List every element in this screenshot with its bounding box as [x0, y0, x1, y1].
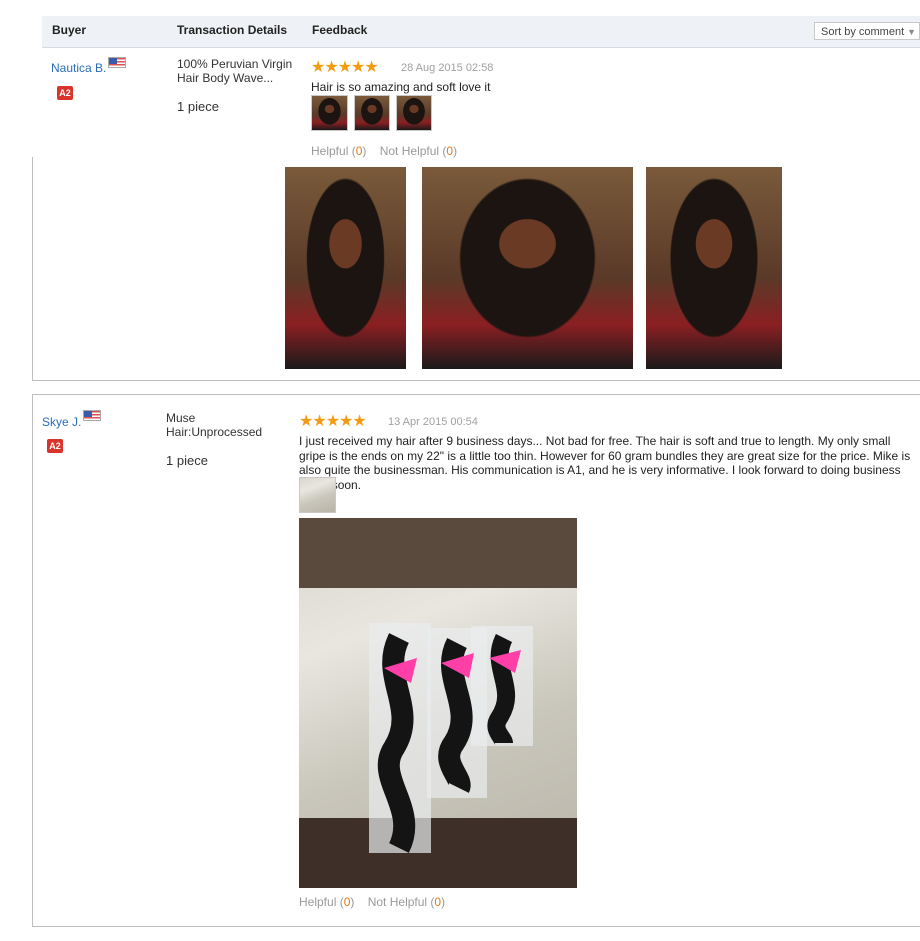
review-item: Skye J. A2 Muse Hair:Unprocessed 1 piece… — [32, 394, 920, 927]
review-text: I just received my hair after 9 business… — [299, 434, 911, 492]
quantity-text: 1 piece — [177, 99, 219, 114]
product-name[interactable]: Muse Hair:Unprocessed — [166, 411, 262, 439]
review-date: 13 Apr 2015 00:54 — [388, 416, 478, 428]
sort-select-label: Sort by comment — [821, 26, 905, 38]
review-photo[interactable] — [422, 167, 633, 369]
product-name-line: Muse — [166, 411, 196, 425]
review-text: Hair is so amazing and soft love it — [311, 80, 491, 94]
product-name-line: 100% Peruvian Virgin — [177, 57, 293, 71]
review-date: 28 Aug 2015 02:58 — [401, 62, 494, 74]
buyer-level-badge: A2 — [57, 86, 73, 100]
photo-thumbnail[interactable] — [311, 95, 348, 131]
buyer-level-badge: A2 — [47, 439, 63, 453]
quantity-text: 1 piece — [166, 453, 208, 468]
chevron-down-icon: ▼ — [907, 27, 916, 37]
product-name[interactable]: 100% Peruvian Virgin Hair Body Wave... — [177, 57, 292, 85]
star-rating-icon: ★★★★★ — [311, 59, 379, 76]
sort-select[interactable]: Sort by comment ▼ — [814, 22, 920, 40]
hair-bundles-image — [299, 518, 577, 888]
buyer-name-link[interactable]: Skye J. — [42, 415, 81, 429]
us-flag-icon — [83, 410, 101, 421]
review-table-header: Buyer Transaction Details Feedback Sort … — [42, 16, 920, 48]
us-flag-icon — [108, 57, 126, 68]
helpful-button[interactable]: Helpful (0) — [311, 144, 366, 158]
helpful-button[interactable]: Helpful (0) — [299, 895, 354, 909]
product-name-line: Hair Body Wave... — [177, 71, 274, 85]
feedback-column-header: Feedback — [312, 23, 368, 37]
review-photo[interactable] — [285, 167, 406, 369]
not-helpful-button[interactable]: Not Helpful (0) — [368, 895, 445, 909]
buyer-name-link[interactable]: Nautica B. — [51, 61, 106, 75]
review-photo[interactable] — [299, 518, 577, 888]
review-photo[interactable] — [646, 167, 782, 369]
transaction-column-header: Transaction Details — [177, 23, 288, 37]
helpful-controls: Helpful (0) Not Helpful (0) — [311, 144, 457, 158]
photo-thumbnail[interactable] — [396, 95, 432, 131]
buyer-column-header: Buyer — [52, 23, 87, 37]
not-helpful-button[interactable]: Not Helpful (0) — [380, 144, 457, 158]
star-rating-icon: ★★★★★ — [299, 413, 367, 430]
photo-thumbnail[interactable] — [299, 477, 336, 513]
photo-thumbnail[interactable] — [354, 95, 390, 131]
product-name-line: Hair:Unprocessed — [166, 425, 263, 439]
review-photos-panel — [32, 157, 920, 381]
helpful-controls: Helpful (0) Not Helpful (0) — [299, 895, 445, 909]
